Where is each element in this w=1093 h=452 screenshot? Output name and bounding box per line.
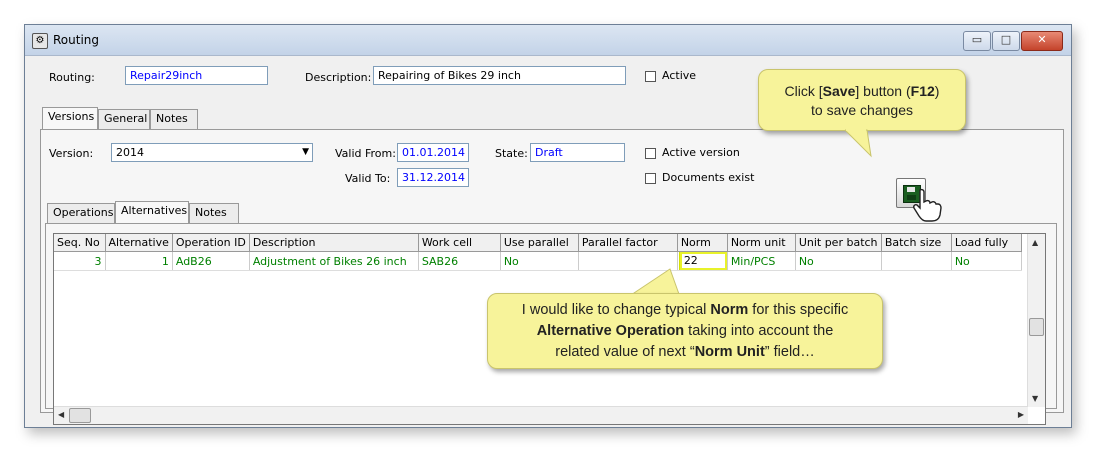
state-field[interactable]: Draft [530,143,625,162]
col-load-fully[interactable]: Load fully [951,234,1022,252]
cell-load-fully[interactable]: No [951,251,1022,271]
active-version-label: Active version [662,146,740,159]
valid-to-field[interactable]: 31.12.2014 [397,168,469,187]
cell-batch-size[interactable] [881,251,952,271]
vertical-scroll-thumb[interactable] [1029,318,1044,336]
version-select[interactable]: 2014 ▼ [111,143,313,162]
scroll-up-icon[interactable]: ▲ [1032,238,1038,247]
save-callout-line2: to save changes [811,102,913,118]
tab-notes[interactable]: Notes [150,109,198,129]
cell-operation-id[interactable]: AdB26 [172,251,250,271]
norm-callout-line1: I would like to change typical Norm for … [521,302,849,318]
save-callout-pointer [845,129,872,158]
close-button[interactable]: ✕ [1021,31,1063,51]
documents-exist-label: Documents exist [662,171,755,184]
scroll-down-icon[interactable]: ▼ [1032,394,1038,403]
save-callout: Click [Save] button (F12) to save change… [758,69,966,131]
table-row[interactable]: 3 1 AdB26 Adjustment of Bikes 26 inch SA… [54,251,1022,271]
tab-operations[interactable]: Operations [47,203,115,223]
description-label: Description: [305,71,372,84]
col-operation-id[interactable]: Operation ID [172,234,250,252]
minimize-button[interactable]: ▭ [963,31,991,51]
description-field[interactable]: Repairing of Bikes 29 inch [373,66,626,85]
vertical-scrollbar[interactable]: ▲ ▼ [1027,234,1045,407]
title-bar: ⚙ Routing ▭ □ ✕ [25,25,1071,56]
valid-from-label: Valid From: [335,147,396,160]
version-label: Version: [49,147,94,160]
scroll-right-icon[interactable]: ▶ [1018,410,1024,419]
horizontal-scrollbar[interactable]: ◀ ▶ [54,406,1028,424]
tab-versions[interactable]: Versions [42,107,98,129]
col-norm[interactable]: Norm [677,234,728,252]
col-unit-per-batch[interactable]: Unit per batch [795,234,882,252]
documents-exist-checkbox[interactable] [645,173,656,184]
cell-alternative[interactable]: 1 [105,251,173,271]
routing-label: Routing: [49,71,95,84]
norm-callout-line2: Alternative Operation taking into accoun… [536,323,834,339]
valid-to-label: Valid To: [345,172,391,185]
col-use-parallel[interactable]: Use parallel [500,234,579,252]
version-value: 2014 [116,146,144,159]
norm-callout: I would like to change typical Norm for … [487,293,883,369]
hand-pointer-icon [913,188,942,222]
state-label: State: [495,147,528,160]
active-checkbox[interactable] [645,71,656,82]
cell-description[interactable]: Adjustment of Bikes 26 inch [249,251,419,271]
tab-inner-notes[interactable]: Notes [189,203,239,223]
routing-field[interactable]: Repair29inch [125,66,268,85]
col-work-cell[interactable]: Work cell [418,234,501,252]
horizontal-scroll-thumb[interactable] [69,408,91,423]
cell-work-cell[interactable]: SAB26 [418,251,501,271]
col-batch-size[interactable]: Batch size [881,234,952,252]
cell-seq-no[interactable]: 3 [54,251,106,271]
tab-general[interactable]: General [98,109,150,129]
grid-header-row: Seq. No Alternative Operation ID Descrip… [54,234,1022,252]
routing-app-icon: ⚙ [32,33,48,49]
col-seq-no[interactable]: Seq. No [54,234,106,252]
active-version-checkbox[interactable] [645,148,656,159]
col-alternative[interactable]: Alternative [105,234,173,252]
save-callout-line1: Click [Save] button (F12) [784,83,940,99]
scroll-left-icon[interactable]: ◀ [58,410,64,419]
cell-use-parallel[interactable]: No [500,251,579,271]
window-title: Routing [53,33,100,47]
maximize-button[interactable]: □ [992,31,1020,51]
chevron-down-icon[interactable]: ▼ [302,145,309,160]
active-label: Active [662,69,697,82]
tab-alternatives[interactable]: Alternatives [115,201,189,223]
col-parallel-factor[interactable]: Parallel factor [578,234,678,252]
norm-callout-line3: related value of next “Norm Unit” field… [555,344,815,360]
cell-unit-per-batch[interactable]: No [795,251,882,271]
col-description[interactable]: Description [249,234,419,252]
col-norm-unit[interactable]: Norm unit [727,234,796,252]
alternatives-table: Seq. No Alternative Operation ID Descrip… [54,234,1022,271]
cell-norm-unit[interactable]: Min/PCS [727,251,796,271]
valid-from-field[interactable]: 01.01.2014 [397,143,469,162]
